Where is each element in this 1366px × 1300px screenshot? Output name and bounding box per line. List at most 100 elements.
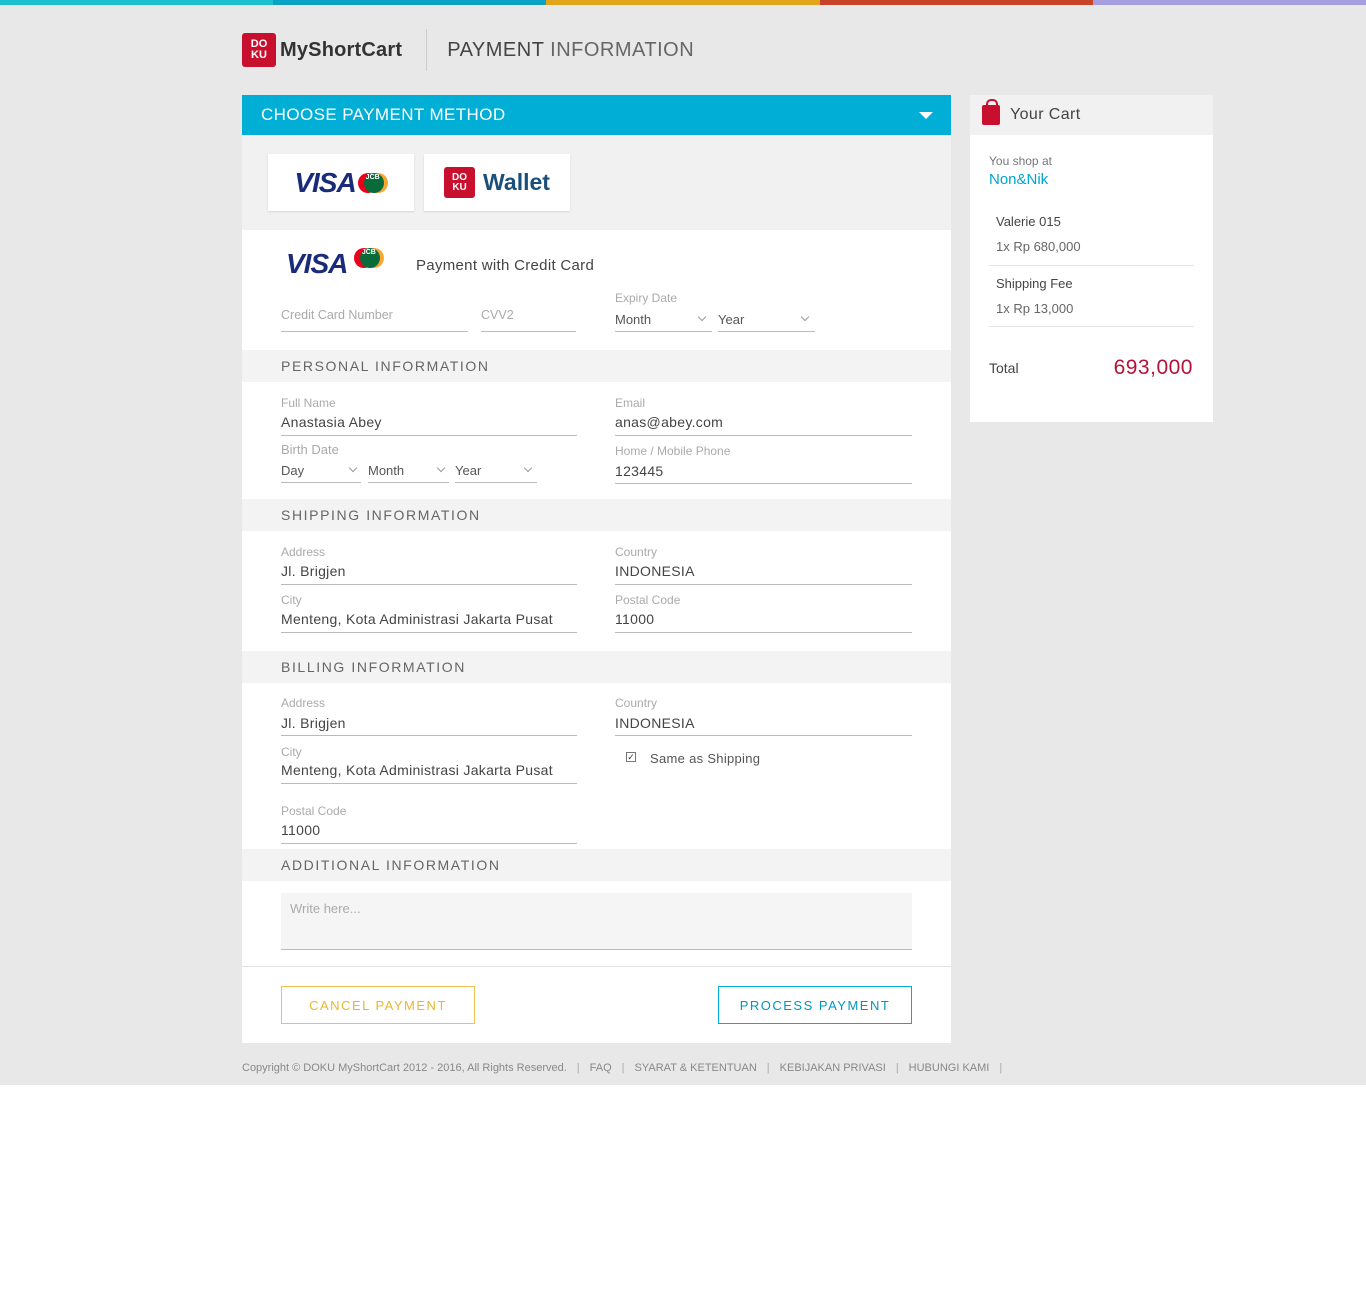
payment-method-bar-label: CHOOSE PAYMENT METHOD [261,105,506,124]
mastercard-logo-icon: JCB [357,172,388,193]
birth-date-label: Birth Date [281,442,339,457]
footer-link-terms[interactable]: SYARAT & KETENTUAN [635,1062,757,1074]
chevron-down-icon [697,312,707,322]
phone-label: Home / Mobile Phone [615,444,731,458]
personal-section-title: PERSONAL INFORMATION [242,350,951,382]
footer-separator: | [895,1062,899,1074]
stripe-segment-1 [0,0,274,5]
chevron-down-icon [800,312,810,322]
chevron-down-icon [436,463,446,473]
billing-country-underline [615,735,912,736]
email-input[interactable]: anas@abey.com [615,414,723,430]
footer-link-contact[interactable]: HUBUNGI KAMI [909,1062,990,1074]
footer-separator: | [999,1062,1003,1074]
shop-name[interactable]: Non&Nik [989,171,1048,188]
selected-card-logo: VISA JCB [286,248,384,280]
expiry-year-select[interactable]: Year [718,312,744,327]
billing-country-label: Country [615,696,658,710]
doku-logo-icon: DO KU [242,33,276,67]
phone-input[interactable]: 123445 [615,463,664,479]
birth-year-underline [455,482,537,483]
full-name-input[interactable]: Anastasia Abey [281,414,382,430]
footer-link-privacy[interactable]: KEBIJAKAN PRIVASI [780,1062,886,1074]
shipping-city-underline [281,632,577,633]
cart-item-name: Valerie 015 [996,214,1061,229]
brand-name: MyShortCart [280,38,403,61]
cart-title: Your Cart [1010,106,1081,123]
shopping-bag-icon [982,99,1000,125]
card-number-input[interactable]: Credit Card Number [281,308,393,322]
shipping-city-input[interactable]: Menteng, Kota Administrasi Jakarta Pusat [281,611,553,627]
cart-item-qty-price: 1x Rp 680,000 [996,239,1081,254]
page-title-bold: PAYMENT [447,38,545,61]
full-name-label: Full Name [281,396,336,410]
billing-city-input[interactable]: Menteng, Kota Administrasi Jakarta Pusat [281,762,553,778]
footer-link-faq[interactable]: FAQ [590,1062,612,1074]
shipping-section-title: SHIPPING INFORMATION [242,499,951,531]
full-name-underline [281,435,577,436]
billing-address-underline [281,735,577,736]
payment-form-panel: CHOOSE PAYMENT METHOD VISA JCB DO KU Wal… [242,95,951,1043]
billing-country-input[interactable]: INDONESIA [615,715,695,731]
cart-item-name: Shipping Fee [996,276,1073,291]
shipping-postal-underline [615,632,912,633]
shipping-postal-input[interactable]: 11000 [615,611,654,627]
mastercard-logo-small-icon: JCB [353,248,384,268]
cvv-underline [481,331,576,332]
birth-month-select[interactable]: Month [368,463,404,478]
jcb-logo-small-icon: JCB [359,248,380,268]
shipping-address-input[interactable]: Jl. Brigjen [281,563,346,579]
birth-day-underline [281,482,361,483]
process-payment-button[interactable]: PROCESS PAYMENT [718,986,912,1024]
footer-separator: | [766,1062,770,1074]
shipping-address-underline [281,584,577,585]
cart-item-divider [989,326,1194,327]
additional-info-textarea[interactable]: Write here... [281,893,912,950]
birth-month-underline [368,482,449,483]
expiry-month-underline [615,331,712,332]
cart-item-divider [989,265,1194,266]
billing-city-label: City [281,745,302,759]
cart-total-value: 693,000 [1113,356,1193,379]
billing-address-input[interactable]: Jl. Brigjen [281,715,346,731]
wallet-method-button[interactable]: DO KU Wallet [424,154,570,211]
page-title: PAYMENT INFORMATION [447,39,694,62]
additional-section-title: ADDITIONAL INFORMATION [242,849,951,881]
choose-payment-method-dropdown[interactable]: CHOOSE PAYMENT METHOD [242,95,951,135]
shipping-country-label: Country [615,545,658,559]
credit-card-method-button[interactable]: VISA JCB [268,154,414,211]
stripe-segment-4 [819,0,1093,5]
page-header: DO KU MyShortCart PAYMENT INFORMATION [242,28,694,72]
email-label: Email [615,396,646,410]
stripe-segment-3 [546,0,820,5]
cancel-payment-button[interactable]: CANCEL PAYMENT [281,986,475,1024]
expiry-year-underline [718,331,815,332]
wallet-label: Wallet [483,169,550,195]
same-as-shipping-checkbox[interactable]: ✓ [626,752,636,762]
footer-separator: | [621,1062,625,1074]
cvv-input[interactable]: CVV2 [481,308,514,322]
billing-section-title: BILLING INFORMATION [242,651,951,683]
expiry-month-select[interactable]: Month [615,312,651,327]
birth-year-select[interactable]: Year [455,463,481,478]
jcb-logo-icon: JCB [363,172,384,193]
birth-day-select[interactable]: Day [281,463,304,478]
phone-underline [615,483,912,484]
shipping-country-underline [615,584,912,585]
cart-item-qty-price: 1x Rp 13,000 [996,301,1074,316]
email-underline [615,435,912,436]
shipping-address-label: Address [281,545,326,559]
cart-header: Your Cart [970,95,1213,135]
billing-city-underline [281,783,577,784]
stripe-segment-2 [273,0,547,5]
visa-logo: VISA [294,166,356,198]
billing-postal-input[interactable]: 11000 [281,822,320,838]
same-as-shipping-label[interactable]: Same as Shipping [650,751,760,766]
shop-at-label: You shop at [989,154,1052,168]
shipping-country-input[interactable]: INDONESIA [615,563,695,579]
billing-postal-underline [281,843,577,844]
footer-separator: | [576,1062,580,1074]
caret-down-icon[interactable] [919,111,933,119]
shipping-postal-label: Postal Code [615,593,681,607]
shipping-city-label: City [281,593,302,607]
